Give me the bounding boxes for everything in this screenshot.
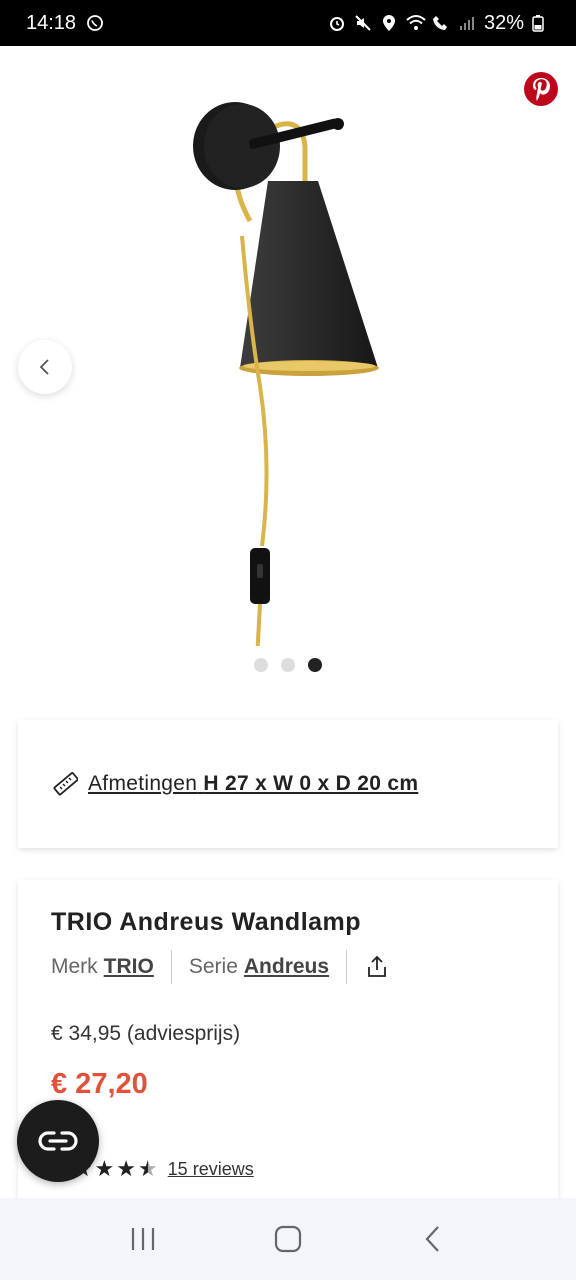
chat-icon <box>38 1131 78 1151</box>
product-meta: Merk TRIO Serie Andreus <box>51 950 388 984</box>
product-image <box>193 102 379 646</box>
product-gallery[interactable] <box>0 46 576 716</box>
gallery-dot-3[interactable] <box>308 658 322 672</box>
sale-price: € 27,20 <box>51 1068 148 1100</box>
list-price: € 34,95 (adviesprijs) <box>51 1022 241 1045</box>
gallery-dot-2[interactable] <box>281 658 295 672</box>
recent-apps-icon[interactable] <box>123 1219 163 1259</box>
home-icon[interactable] <box>268 1219 308 1259</box>
status-time: 14:18 <box>26 11 77 34</box>
alarm-icon <box>328 14 346 32</box>
star-icon: ★ <box>94 1156 115 1181</box>
gallery-prev-button[interactable] <box>18 340 72 394</box>
dimensions-card[interactable]: Afmetingen H 27 x W 0 x D 20 cm <box>18 720 558 848</box>
system-nav-bar <box>0 1198 576 1280</box>
gallery-dot-1[interactable] <box>254 658 268 672</box>
call-icon <box>432 14 450 32</box>
gallery-pagination[interactable] <box>0 658 576 672</box>
star-icon: ★ <box>116 1156 136 1181</box>
mute-icon <box>354 14 372 32</box>
ruler-icon <box>52 771 78 797</box>
product-info-card: TRIO Andreus Wandlamp Merk TRIO Serie An… <box>18 880 558 1210</box>
brand-link[interactable]: TRIO <box>104 955 154 979</box>
divider <box>170 950 172 984</box>
battery-level: 32% <box>483 11 524 34</box>
divider <box>346 950 348 984</box>
share-icon[interactable] <box>366 955 388 979</box>
chevron-left-icon <box>39 359 49 375</box>
brand-label: Merk <box>51 955 98 978</box>
whatsapp-icon <box>86 14 104 32</box>
wifi-icon <box>406 14 426 32</box>
pinterest-icon[interactable] <box>524 72 558 106</box>
battery-icon <box>532 14 550 32</box>
dimensions-value: H 27 x W 0 x D 20 cm <box>203 772 419 795</box>
dimensions-link[interactable]: Afmetingen H 27 x W 0 x D 20 cm <box>88 772 418 796</box>
chat-button[interactable] <box>17 1100 99 1182</box>
reviews-link[interactable]: 15 reviews <box>168 1159 254 1180</box>
signal-icon <box>458 14 476 32</box>
status-bar: 14:18 32% <box>0 0 576 46</box>
product-title: TRIO Andreus Wandlamp <box>51 908 362 936</box>
back-icon[interactable] <box>413 1219 453 1259</box>
series-label: Serie <box>188 955 238 978</box>
series-link[interactable]: Andreus <box>244 955 329 979</box>
half-star-icon: ★ <box>137 1156 158 1181</box>
dimensions-label: Afmetingen <box>88 772 198 795</box>
location-icon <box>380 14 398 32</box>
